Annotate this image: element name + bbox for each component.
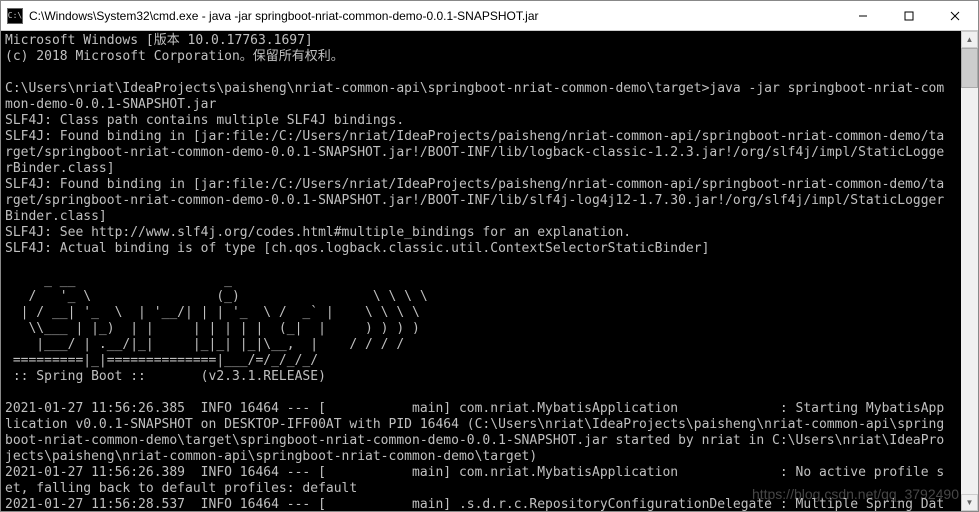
minimize-button[interactable]	[840, 1, 886, 30]
cmd-window: C:\ C:\Windows\System32\cmd.exe - java -…	[0, 0, 979, 512]
scroll-down-button[interactable]: ▼	[961, 494, 978, 511]
window-controls	[840, 1, 978, 30]
close-button[interactable]	[932, 1, 978, 30]
window-title: C:\Windows\System32\cmd.exe - java -jar …	[29, 9, 840, 23]
terminal-output[interactable]: Microsoft Windows [版本 10.0.17763.1697] (…	[1, 31, 961, 511]
titlebar[interactable]: C:\ C:\Windows\System32\cmd.exe - java -…	[1, 1, 978, 31]
scroll-thumb[interactable]	[961, 48, 978, 88]
scroll-up-button[interactable]: ▲	[961, 31, 978, 48]
cmd-icon: C:\	[7, 8, 23, 24]
maximize-button[interactable]	[886, 1, 932, 30]
scroll-track[interactable]	[961, 48, 978, 494]
vertical-scrollbar[interactable]: ▲ ▼	[961, 31, 978, 511]
terminal-area: Microsoft Windows [版本 10.0.17763.1697] (…	[1, 31, 978, 511]
